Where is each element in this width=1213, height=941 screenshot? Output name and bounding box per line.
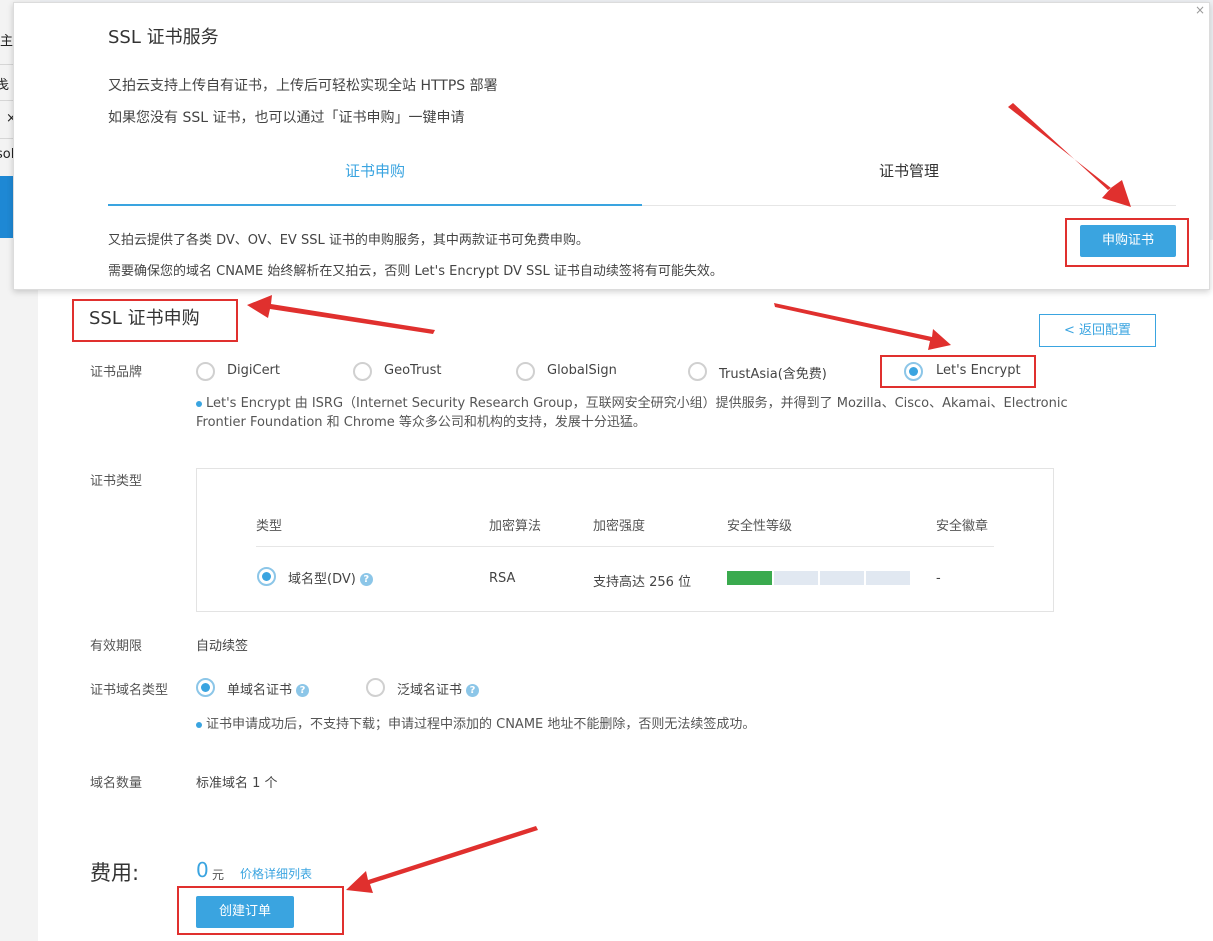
- option-label[interactable]: 泛域名证书: [397, 683, 462, 698]
- option-single-domain[interactable]: 单域名证书?: [227, 679, 310, 698]
- option-label[interactable]: 单域名证书: [227, 683, 292, 698]
- fee-label: 费用:: [90, 861, 140, 885]
- bar-separator: [818, 571, 820, 585]
- option-label[interactable]: TrustAsia(含免费): [719, 363, 827, 382]
- table-header: 安全徽章: [936, 519, 989, 534]
- domain-count-value: 标准域名 1 个: [196, 776, 278, 791]
- radio-globalsign[interactable]: [516, 362, 535, 381]
- help-icon[interactable]: ?: [466, 684, 480, 697]
- brand-label: 证书品牌: [90, 365, 143, 380]
- fee-amount: 0: [196, 858, 209, 882]
- radio-geotrust[interactable]: [353, 362, 372, 381]
- annotation-box: [72, 299, 238, 342]
- domain-type-note-text: 证书申请成功后，不支持下载；申请过程中添加的 CNAME 地址不能删除，否则无法…: [206, 717, 756, 732]
- fee-unit: 元: [212, 868, 225, 882]
- bar-separator: [864, 571, 866, 585]
- domain-type-note: 证书申请成功后，不支持下载；申请过程中添加的 CNAME 地址不能删除，否则无法…: [196, 713, 755, 732]
- table-row: 域名型(DV)?: [288, 568, 373, 587]
- brand-note: Let's Encrypt 由 ISRG（Internet Security R…: [196, 392, 1068, 411]
- cert-type-name: 域名型(DV): [288, 572, 356, 587]
- panel-title: SSL 证书服务: [108, 27, 219, 48]
- tab-bar: 证书申购 证书管理: [108, 153, 1176, 206]
- option-label[interactable]: GlobalSign: [547, 363, 617, 378]
- panel-description: 如果您没有 SSL 证书，也可以通过「证书申购」一键申请: [108, 110, 465, 126]
- tab-cert-management[interactable]: 证书管理: [642, 153, 1176, 206]
- panel-info: 需要确保您的域名 CNAME 始终解析在又拍云，否则 Let's Encrypt…: [108, 264, 723, 279]
- ssl-service-panel: × SSL 证书服务 又拍云支持上传自有证书，上传后可轻松实现全站 HTTPS …: [13, 2, 1210, 290]
- background-text-fragment: 主: [0, 34, 14, 49]
- help-icon[interactable]: ?: [296, 684, 310, 697]
- table-header: 安全性等级: [727, 519, 793, 534]
- validity-label: 有效期限: [90, 639, 143, 654]
- annotation-box: [880, 355, 1036, 388]
- radio-single-domain[interactable]: [196, 678, 215, 697]
- bullet-icon: [196, 400, 202, 407]
- bullet-icon: [196, 721, 202, 728]
- security-level-fill: [727, 571, 773, 585]
- radio-trustasia[interactable]: [688, 362, 707, 381]
- price-list-link[interactable]: 价格详细列表: [240, 865, 312, 882]
- bar-separator: [772, 571, 774, 585]
- annotation-box: [1065, 218, 1189, 267]
- cert-type-table: [196, 468, 1054, 612]
- table-divider: [256, 546, 994, 547]
- validity-value: 自动续签: [196, 639, 249, 654]
- option-wildcard-domain[interactable]: 泛域名证书?: [397, 679, 480, 698]
- cert-type-label: 证书类型: [90, 474, 143, 489]
- option-label[interactable]: DigiCert: [227, 363, 280, 378]
- help-icon[interactable]: ?: [359, 573, 373, 586]
- radio-dv-type[interactable]: [257, 567, 276, 586]
- table-cell-algorithm: RSA: [489, 571, 516, 586]
- option-label[interactable]: GeoTrust: [384, 363, 442, 378]
- panel-info: 又拍云提供了各类 DV、OV、EV SSL 证书的申购服务，其中两款证书可免费申…: [108, 233, 589, 248]
- table-cell-badge: -: [936, 571, 941, 586]
- radio-digicert[interactable]: [196, 362, 215, 381]
- close-icon[interactable]: ×: [1195, 3, 1205, 17]
- back-to-config-button[interactable]: < 返回配置: [1039, 314, 1156, 347]
- brand-note-text: Frontier Foundation 和 Chrome 等众多公司和机构的支持…: [196, 415, 646, 430]
- security-level-bar: [727, 571, 910, 585]
- table-header: 加密强度: [593, 519, 646, 534]
- table-cell-strength: 支持高达 256 位: [593, 575, 692, 590]
- annotation-box: [177, 886, 344, 935]
- tab-cert-purchase[interactable]: 证书申购: [108, 153, 642, 206]
- radio-wildcard-domain[interactable]: [366, 678, 385, 697]
- panel-description: 又拍云支持上传自有证书，上传后可轻松实现全站 HTTPS 部署: [108, 78, 498, 94]
- brand-note-text: Let's Encrypt 由 ISRG（Internet Security R…: [206, 396, 1068, 411]
- domain-type-label: 证书域名类型: [90, 683, 169, 698]
- background-text-fragment: 戋: [0, 78, 10, 93]
- table-header: 类型: [256, 519, 283, 534]
- domain-count-label: 域名数量: [90, 776, 143, 791]
- table-header: 加密算法: [489, 519, 542, 534]
